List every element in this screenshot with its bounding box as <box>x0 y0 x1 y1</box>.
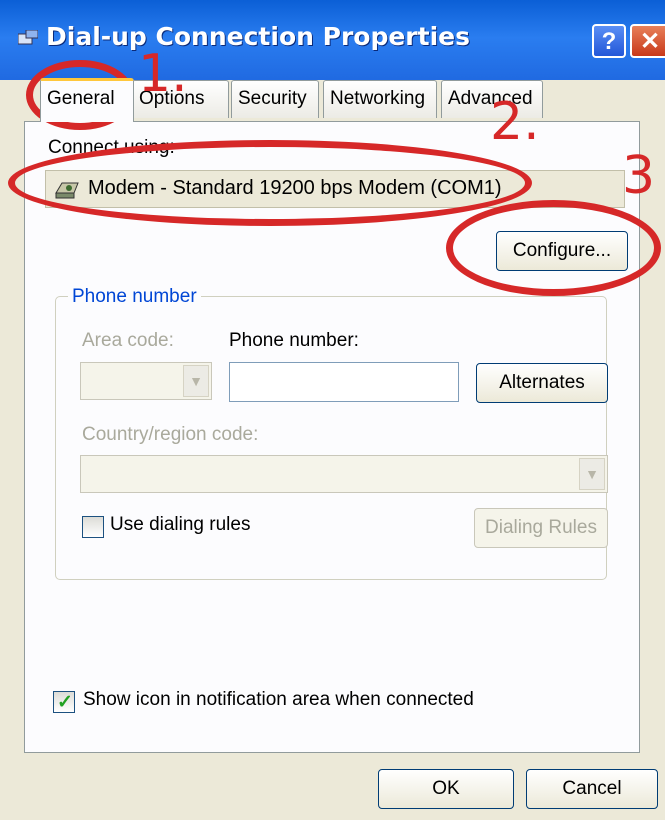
phone-number-input[interactable] <box>229 362 459 402</box>
country-code-label: Country/region code: <box>82 424 259 445</box>
use-dialing-rules-label: Use dialing rules <box>110 514 251 535</box>
tab-networking[interactable]: Networking <box>323 80 437 118</box>
annotation-number-2: 2. <box>490 92 540 152</box>
window-title: Dial-up Connection Properties <box>46 22 470 51</box>
annotation-number-3: 3 <box>622 146 656 206</box>
phone-number-group-label: Phone number <box>68 286 201 308</box>
dropdown-arrow-icon[interactable]: ▼ <box>183 365 209 397</box>
help-button[interactable]: ? <box>592 24 626 58</box>
country-code-dropdown[interactable]: ▼ <box>80 455 608 493</box>
area-code-label: Area code: <box>82 330 174 351</box>
close-button[interactable]: ✕ <box>630 24 665 58</box>
use-dialing-rules-checkbox[interactable] <box>82 516 104 538</box>
annotation-circle-2 <box>8 140 532 226</box>
area-code-dropdown[interactable]: ▼ <box>80 362 212 400</box>
show-icon-checkbox[interactable]: ✓ <box>53 691 75 713</box>
dropdown-arrow-icon[interactable]: ▼ <box>579 458 605 490</box>
tab-general[interactable]: General <box>40 78 134 122</box>
annotation-circle-3 <box>446 200 661 296</box>
tab-security[interactable]: Security <box>231 80 319 118</box>
annotation-number-1: 1. <box>138 44 188 104</box>
ok-button[interactable]: OK <box>378 769 514 809</box>
connection-icon <box>18 30 38 45</box>
show-icon-label: Show icon in notification area when conn… <box>83 689 474 710</box>
phone-number-label: Phone number: <box>229 330 359 351</box>
alternates-button[interactable]: Alternates <box>476 363 608 403</box>
tab-strip: General Options Security Networking Adva… <box>24 78 640 122</box>
cancel-button[interactable]: Cancel <box>526 769 658 809</box>
check-icon: ✓ <box>57 692 73 713</box>
dialing-rules-button[interactable]: Dialing Rules <box>474 508 608 548</box>
